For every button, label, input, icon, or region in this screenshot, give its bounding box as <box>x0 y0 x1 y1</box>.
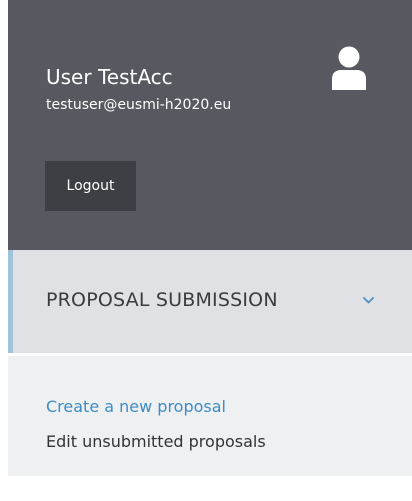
edit-unsubmitted-proposals-link[interactable]: Edit unsubmitted proposals <box>46 434 266 450</box>
sidebar: User TestAcc testuser@eusmi-h2020.eu Log… <box>8 0 412 501</box>
section-accent-bar <box>8 250 13 353</box>
user-email: testuser@eusmi-h2020.eu <box>46 97 232 113</box>
user-panel: User TestAcc testuser@eusmi-h2020.eu Log… <box>8 0 412 250</box>
user-icon <box>332 46 366 90</box>
create-new-proposal-link[interactable]: Create a new proposal <box>46 399 226 415</box>
logout-button[interactable]: Logout <box>45 161 136 211</box>
chevron-down-icon[interactable] <box>363 297 374 304</box>
section-title: PROPOSAL SUBMISSION <box>46 289 278 311</box>
proposal-submenu: Create a new proposal Edit unsubmitted p… <box>8 356 412 476</box>
proposal-submission-header[interactable]: PROPOSAL SUBMISSION <box>8 250 412 353</box>
user-name: User TestAcc <box>46 65 173 89</box>
